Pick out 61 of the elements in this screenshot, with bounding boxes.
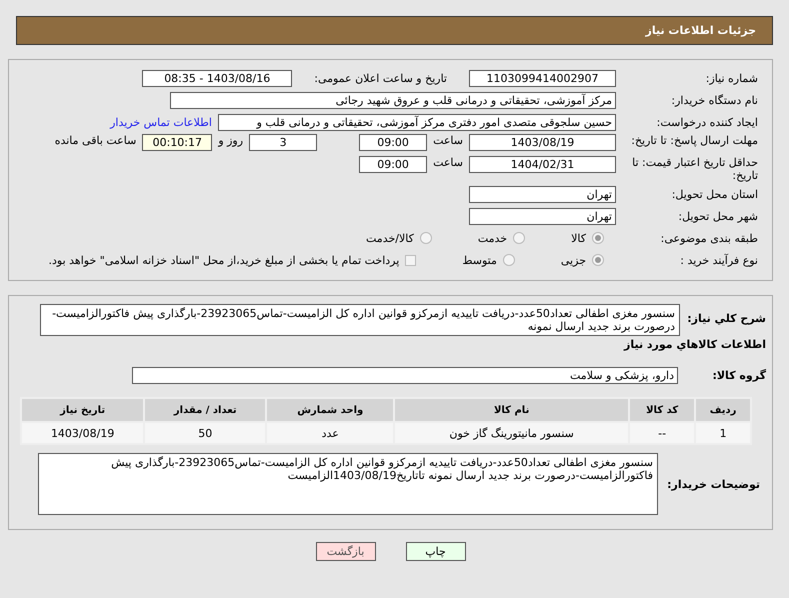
radio-button[interactable] xyxy=(592,254,604,266)
radio-label: جزیی xyxy=(560,254,586,266)
field-label: شرح کلي نياز: xyxy=(686,312,766,325)
goods-group-field: دارو، پزشکی و سلامت xyxy=(132,366,678,384)
field-label: ساعت باقی مانده xyxy=(54,134,136,147)
days-field: 3 xyxy=(249,134,318,151)
remaining-time-field: 00:10:17 xyxy=(142,134,212,151)
field-label: مهلت ارسال پاسخ: تا تاریخ: xyxy=(630,134,758,147)
column-header: کد کالا xyxy=(629,398,696,422)
column-header: تاریخ نیاز xyxy=(21,398,144,422)
field-label: حداقل تاریخ اعتبار قیمت: تا تاریخ: xyxy=(631,156,758,182)
table-cell: سنسور مانیتورینگ گاز خون xyxy=(394,422,630,444)
validity-date-field: 1404/02/31 xyxy=(469,156,616,173)
column-header: ردیف xyxy=(695,398,751,422)
province-field: تهران xyxy=(469,186,616,202)
back-button[interactable]: بازگشت xyxy=(316,542,376,561)
radio-label: کالا xyxy=(571,232,586,244)
field-label: روز و xyxy=(218,134,244,147)
column-header: نام کالا xyxy=(394,398,630,422)
field-label: نام دستگاه خریدار: xyxy=(670,94,758,106)
buyer-field: مرکز آموزشی، تحقیقاتی و درمانی قلب و عروق شهید رجائی xyxy=(170,92,616,108)
field-label: نوع فرآیند خرید : xyxy=(679,254,758,266)
deadline-time-field: 09:00 xyxy=(359,134,428,151)
field-label: گروه کالا: xyxy=(711,368,766,382)
radio-button[interactable] xyxy=(502,254,515,266)
table-cell: 1 xyxy=(695,422,751,444)
buyer-contact-link[interactable]: اطلاعات تماس خریدار xyxy=(110,116,212,128)
summary-field: سنسور مغزی اطفالی تعداد50عدد-دریافت تاییدیه ازمرکزو قوانین اداره کل الزامیست-تماس23923065-بارگذاری پیش فاکتورالزامیست-درصورت برند جدید ارسال نمونه xyxy=(40,304,680,336)
field-label: شماره نیاز: xyxy=(704,72,758,84)
field-label: شهر محل تحویل: xyxy=(677,210,758,222)
validity-time-field: 09:00 xyxy=(359,156,428,173)
section-title: اطلاعات کالاهاي مورد نياز xyxy=(622,338,766,351)
table-cell: عدد xyxy=(266,422,394,444)
checkbox[interactable] xyxy=(405,254,416,266)
radio-button[interactable] xyxy=(592,232,604,244)
field-label: ایجاد کننده درخواست: xyxy=(656,116,758,128)
field-label: تاریخ و ساعت اعلان عمومی: xyxy=(314,72,447,84)
announce-date-field: 1403/08/16 - 08:35 xyxy=(142,70,292,86)
deadline-date-field: 1403/08/19 xyxy=(469,134,616,151)
field-label: ساعت xyxy=(433,134,463,147)
field-label: ساعت xyxy=(433,156,463,169)
page-title: جزئیات اطلاعات نیاز xyxy=(646,24,756,37)
creator-field: حسین سلجوقی متصدی امور دفتری مرکز آموزشی، تحقیقاتی و درمانی قلب و xyxy=(218,114,616,130)
checkbox-label: پرداخت تمام یا بخشی از مبلغ خرید،از محل "اسناد خزانه اسلامی" خواهد بود. xyxy=(48,254,400,266)
buyer-notes-field: سنسور مغزی اطفالی تعداد50عدد-دریافت تاییدیه ازمرکزو قوانین اداره کل الزامیست-تماس23923065-بارگذاری پیش فاکتورالزامیست-درصورت برند جدید ارسال نمونه تاتاریخ1403/08/19الزامیست xyxy=(38,453,658,515)
table-cell: -- xyxy=(629,422,696,444)
radio-label: کالا/خدمت xyxy=(366,232,414,244)
table-cell: 1403/08/19 xyxy=(21,422,144,444)
field-label: استان محل تحویل: xyxy=(670,188,758,200)
radio-button[interactable] xyxy=(420,232,432,244)
print-button[interactable]: چاپ xyxy=(406,542,466,561)
table-cell: 50 xyxy=(144,422,266,444)
column-header: واحد شمارش xyxy=(266,398,394,422)
city-field: تهران xyxy=(469,208,616,224)
radio-label: خدمت xyxy=(478,232,508,244)
radio-label: متوسط xyxy=(462,254,497,266)
field-label: طبقه بندی موضوعی: xyxy=(660,232,758,244)
need-number-field: 1103099414002907 xyxy=(469,70,616,86)
column-header: تعداد / مقدار xyxy=(144,398,266,422)
radio-button[interactable] xyxy=(513,232,526,244)
field-label: توضیحات خریدار: xyxy=(666,478,761,490)
